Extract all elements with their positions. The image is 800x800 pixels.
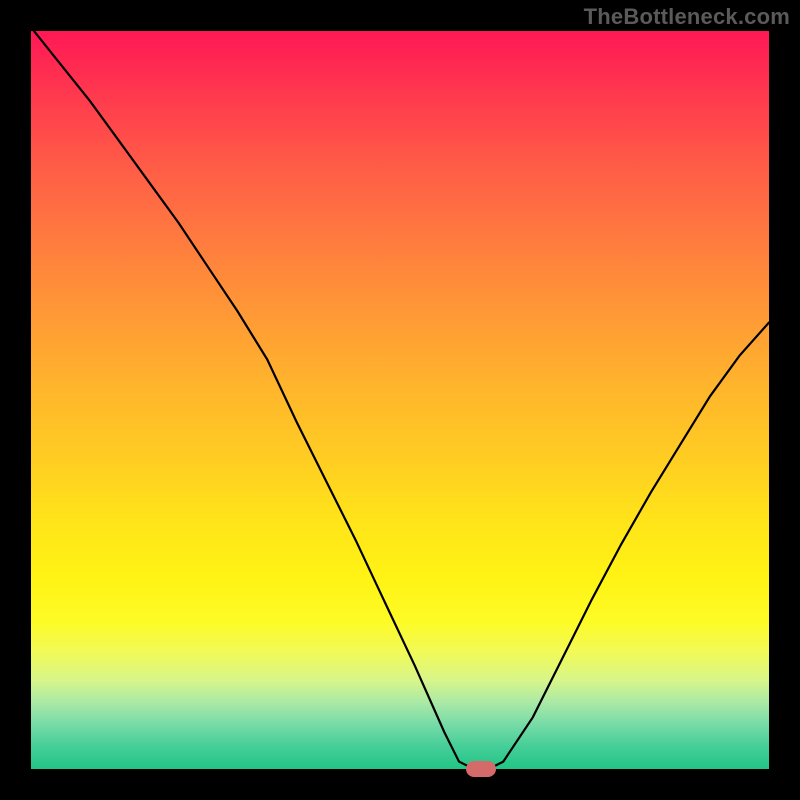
optimal-marker — [466, 761, 496, 777]
bottleneck-curve — [31, 27, 769, 769]
plot-area — [31, 31, 769, 769]
chart-frame: TheBottleneck.com — [0, 0, 800, 800]
watermark-text: TheBottleneck.com — [584, 4, 790, 30]
curve-svg — [31, 31, 769, 769]
